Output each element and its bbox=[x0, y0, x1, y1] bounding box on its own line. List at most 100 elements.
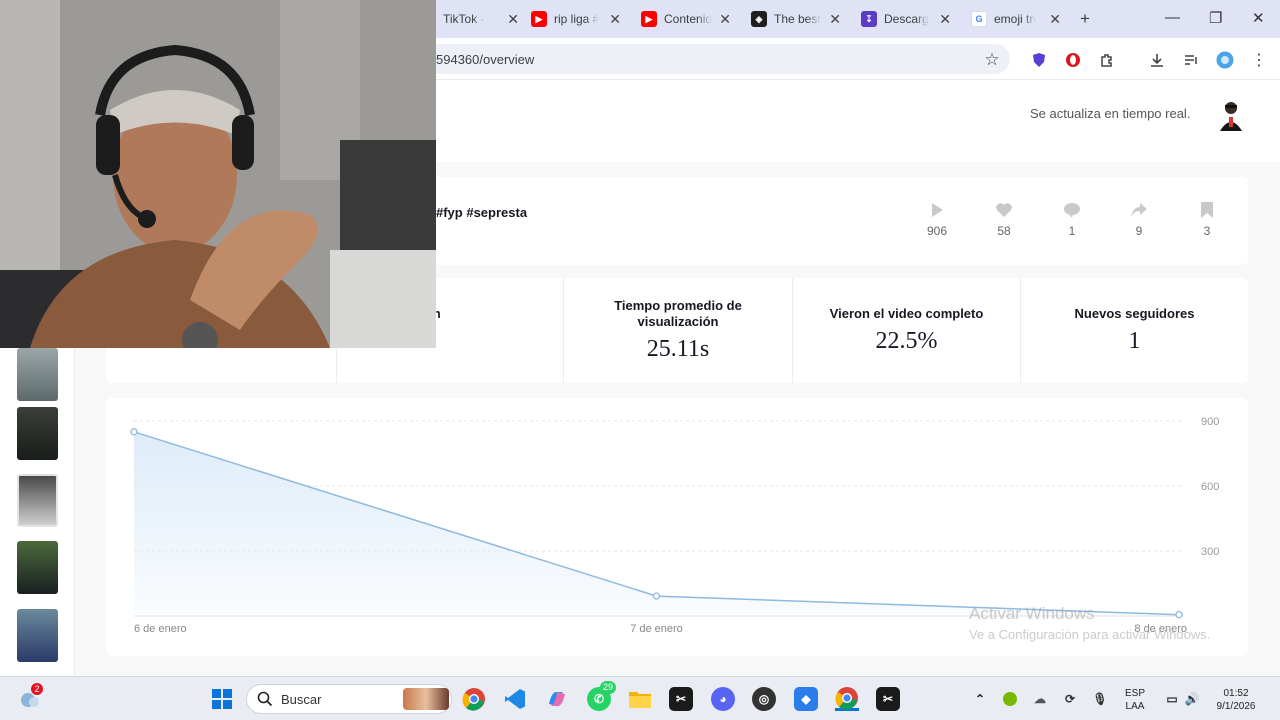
url-text: 594360/overview bbox=[436, 52, 535, 67]
webcam-overlay bbox=[0, 0, 436, 348]
metric-value: 1 bbox=[1128, 328, 1141, 354]
plus-icon: + bbox=[1080, 9, 1090, 28]
chrome-active-icon[interactable] bbox=[835, 686, 859, 711]
maximize-button[interactable]: ❐ bbox=[1209, 9, 1222, 27]
y-tick-label: 300 bbox=[1201, 546, 1219, 558]
download-icon[interactable] bbox=[1148, 51, 1166, 69]
search-icon bbox=[257, 691, 273, 712]
comments-count: 1 bbox=[1068, 224, 1076, 238]
tab-title: Contenido bbox=[664, 12, 712, 26]
app-icon[interactable]: ◆ bbox=[794, 687, 818, 711]
nvidia-icon[interactable] bbox=[998, 687, 1022, 711]
volume-icon[interactable]: 🔊 bbox=[1180, 687, 1204, 711]
tab-emoji[interactable]: G emoji tri ✕ bbox=[971, 6, 1061, 32]
tab-title: emoji tri bbox=[994, 12, 1037, 26]
metric-label: Nuevos seguidores bbox=[1074, 306, 1195, 321]
close-window-button[interactable]: ✕ bbox=[1252, 9, 1265, 27]
tab-the-best[interactable]: ◈ The best ✕ bbox=[751, 6, 841, 32]
views-count: 906 bbox=[926, 224, 948, 238]
cloud-icon[interactable]: ☁ bbox=[1028, 687, 1052, 711]
data-point[interactable] bbox=[652, 592, 661, 600]
comment-icon bbox=[1052, 200, 1092, 220]
metric-value: 25.11s bbox=[646, 336, 710, 362]
shares-count: 9 bbox=[1135, 224, 1143, 238]
sync-icon[interactable]: ⟳ bbox=[1058, 687, 1082, 711]
notification-badge: 2 bbox=[31, 683, 43, 695]
copilot-icon[interactable] bbox=[545, 687, 569, 711]
file-explorer-icon[interactable] bbox=[628, 687, 652, 711]
microphone-icon[interactable]: 🎙 bbox=[1088, 687, 1112, 711]
tab-title: The best bbox=[774, 12, 821, 26]
shares-stat: 9 bbox=[1119, 200, 1159, 238]
whatsapp-badge: 29 bbox=[600, 681, 617, 694]
shield-extension-icon[interactable] bbox=[1030, 51, 1048, 69]
opera-icon[interactable] bbox=[1064, 51, 1082, 69]
search-placeholder: Buscar bbox=[281, 692, 322, 707]
clock-time: 01:52 bbox=[1223, 688, 1249, 699]
metric-label: Tiempo promedio de visualización bbox=[614, 298, 742, 329]
metric-average-watch-time: Tiempo promedio de visualización 25.11s bbox=[563, 278, 792, 383]
video-thumbnail[interactable] bbox=[17, 407, 58, 460]
avatar[interactable] bbox=[1216, 97, 1246, 131]
bookmark-icon bbox=[1187, 200, 1227, 220]
tab-title: TikTok - bbox=[443, 12, 485, 26]
close-icon[interactable]: ✕ bbox=[507, 11, 519, 28]
app-icon: ◈ bbox=[751, 11, 767, 27]
realtime-status: Se actualiza en tiempo real. bbox=[1030, 106, 1191, 121]
tab-youtube-contenido[interactable]: ▶ Contenido ✕ bbox=[641, 6, 731, 32]
clock-date: 9/1/2026 bbox=[1216, 701, 1256, 712]
comments-stat: 1 bbox=[1052, 200, 1092, 238]
y-tick-label: 900 bbox=[1201, 416, 1219, 428]
tab-tiktok[interactable]: TikTok - ✕ bbox=[443, 6, 519, 32]
windows-start-icon[interactable] bbox=[210, 687, 234, 711]
metric-new-followers: Nuevos seguidores 1 bbox=[1020, 278, 1248, 383]
close-icon[interactable]: ✕ bbox=[1049, 11, 1061, 28]
video-thumbnail[interactable] bbox=[17, 348, 58, 401]
google-icon: G bbox=[971, 11, 987, 27]
heart-icon bbox=[984, 200, 1024, 220]
chrome-icon[interactable] bbox=[462, 687, 486, 711]
windows-taskbar: 2 Buscar ✆ 29 ✂ ◕ ◎ ◆ ✂ ⌃ ☁ ⟳ 🎙 ESP LAA … bbox=[0, 676, 1280, 720]
x-tick-label: 7 de enero bbox=[630, 623, 683, 635]
keyboard-layout: LAA bbox=[1125, 701, 1145, 712]
close-icon[interactable]: ✕ bbox=[829, 11, 841, 28]
tab-descarga[interactable]: ↧ Descarg ✕ bbox=[861, 6, 951, 32]
video-thumbnail-selected[interactable] bbox=[17, 474, 58, 527]
views-stat: 906 bbox=[917, 200, 957, 238]
star-icon[interactable]: ☆ bbox=[983, 50, 1001, 69]
capcut-icon[interactable]: ✂ bbox=[669, 687, 693, 711]
tab-title: rip liga # bbox=[554, 12, 600, 26]
data-point[interactable] bbox=[1175, 611, 1183, 619]
discord-icon[interactable]: ◕ bbox=[711, 687, 735, 711]
video-thumbnail[interactable] bbox=[17, 609, 58, 662]
extensions-icon[interactable] bbox=[1098, 51, 1116, 69]
taskbar-search-box[interactable]: Buscar bbox=[246, 684, 452, 714]
chevron-up-icon[interactable]: ⌃ bbox=[968, 687, 992, 711]
saves-count: 3 bbox=[1203, 224, 1211, 238]
close-icon[interactable]: ✕ bbox=[939, 11, 951, 28]
data-point[interactable] bbox=[130, 428, 138, 436]
clock[interactable]: 01:52 9/1/2026 bbox=[1210, 687, 1262, 713]
new-tab-button[interactable]: + bbox=[1080, 6, 1096, 32]
activation-watermark-title: Activar Windows bbox=[969, 604, 1095, 623]
language-indicator[interactable]: ESP LAA bbox=[1120, 687, 1150, 713]
activation-watermark-subtitle: Ve a Configuración para activar Windows. bbox=[969, 627, 1211, 642]
play-icon bbox=[917, 200, 957, 220]
video-caption: #fyp #sepresta bbox=[436, 205, 528, 220]
close-icon[interactable]: ✕ bbox=[719, 11, 731, 28]
obs-icon[interactable]: ◎ bbox=[752, 687, 776, 711]
menu-icon[interactable]: ⋮ bbox=[1250, 51, 1268, 69]
minimize-button[interactable]: — bbox=[1165, 9, 1180, 26]
capcut-icon[interactable]: ✂ bbox=[876, 687, 900, 711]
media-icon[interactable] bbox=[1182, 51, 1200, 69]
vscode-icon[interactable] bbox=[503, 687, 527, 711]
tab-youtube-rip-liga[interactable]: ▶ rip liga # ✕ bbox=[531, 6, 621, 32]
language-code: ESP bbox=[1124, 688, 1145, 699]
video-thumbnail[interactable] bbox=[17, 541, 58, 594]
profile-icon[interactable] bbox=[1216, 51, 1234, 69]
metric-label: Vieron el video completo bbox=[829, 306, 984, 321]
views-area-fill bbox=[134, 431, 1179, 616]
tab-title: Descarg bbox=[884, 12, 929, 26]
likes-count: 58 bbox=[997, 224, 1011, 238]
close-icon[interactable]: ✕ bbox=[609, 11, 621, 28]
